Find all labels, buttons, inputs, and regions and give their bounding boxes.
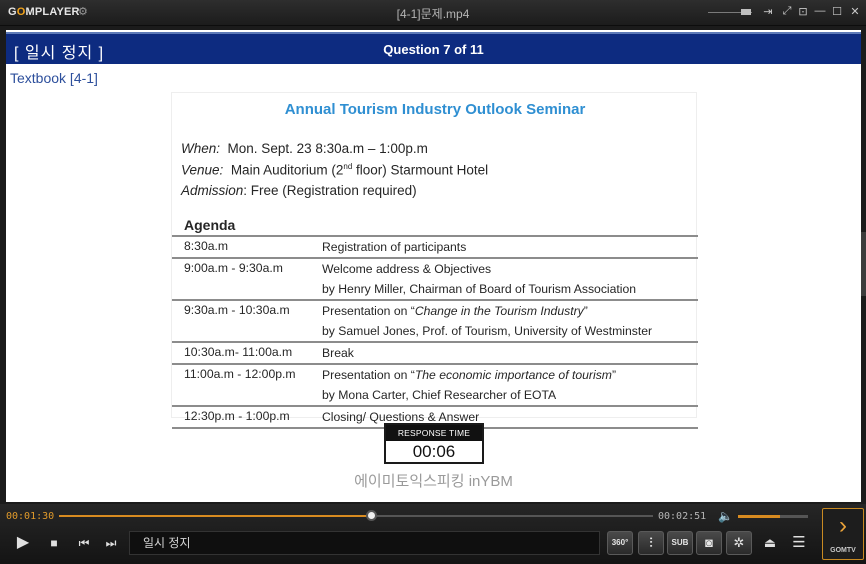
seek-bar[interactable] (59, 510, 653, 521)
agenda-desc: Welcome address & Objectives (322, 262, 492, 276)
brand-watermark: 에이미토익스피킹 inYBM (354, 473, 513, 490)
chevron-right-icon: › (839, 512, 847, 539)
vr360-button[interactable]: 360° (607, 531, 633, 555)
play-icon[interactable]: ▶ (12, 532, 34, 554)
agenda-time: 9:30a.m - 10:30a.m (184, 303, 290, 317)
agenda-row: 11:00a.m - 12:00p.m Presentation on “The… (172, 363, 698, 405)
response-time-label: RESPONSE TIME (386, 425, 482, 441)
volume-fill (738, 515, 780, 518)
venue-line: Venue: Main Auditorium (2nd floor) Starm… (181, 162, 489, 178)
subtitle-button[interactable]: SUB (667, 531, 693, 555)
volume-slider[interactable] (738, 515, 808, 518)
prev-icon[interactable]: ⏮ (74, 532, 94, 554)
seek-knob[interactable] (366, 510, 378, 521)
agenda-desc: Presentation on “Change in the Tourism I… (322, 304, 588, 318)
agenda-row: 10:30a.m- 11:00a.m Break (172, 341, 698, 363)
agenda-speaker: by Mona Carter, Chief Researcher of EOTA (322, 388, 557, 402)
eject-icon[interactable]: ⏏ (760, 532, 780, 554)
agenda-desc: Presentation on “The economic importance… (322, 368, 617, 382)
window-title: [4-1]문제.mp4 (396, 7, 470, 21)
seek-fill (59, 515, 372, 517)
textbook-label: Textbook [4-1] (10, 70, 98, 86)
agenda-speaker: by Henry Miller, Chairman of Board of To… (322, 282, 637, 296)
close-icon[interactable]: ✕ (847, 5, 863, 18)
volume-icon[interactable]: 🔈 (718, 509, 733, 523)
opacity-slider-knob[interactable] (741, 9, 751, 15)
compact-icon[interactable]: ⊡ (795, 5, 811, 18)
stop-icon[interactable]: ■ (45, 532, 63, 554)
side-panel-handle[interactable] (861, 232, 866, 296)
next-icon[interactable]: ⏭ (101, 532, 121, 554)
minimize-icon[interactable]: — (812, 5, 828, 17)
agenda-time: 10:30a.m- 11:00a.m (184, 345, 293, 359)
settings-icon[interactable]: ✲ (726, 531, 752, 555)
agenda-speaker: by Samuel Jones, Prof. of Tourism, Unive… (322, 324, 653, 338)
gomtv-label: GOMTV (830, 547, 856, 554)
agenda-row: 9:00a.m - 9:30a.m Welcome address & Obje… (172, 257, 698, 299)
gomtv-button[interactable]: › GOMTV (822, 508, 864, 560)
camera-icon[interactable]: ◙ (696, 531, 722, 555)
agenda-time: 12:30p.m - 1:00p.m (184, 409, 290, 423)
slide-title: Annual Tourism Industry Outlook Seminar (284, 101, 586, 118)
agenda-row: 8:30a.m Registration of participants (172, 235, 698, 257)
agenda-row: 9:30a.m - 10:30a.m Presentation on “Chan… (172, 299, 698, 341)
fullscreen-icon[interactable]: ⤢ (779, 5, 795, 18)
agenda-time: 8:30a.m (184, 239, 229, 253)
response-time-value: 00:06 (412, 442, 456, 461)
admission-line: Admission: Free (Registration required) (181, 183, 417, 198)
question-counter: Question 7 of 11 (383, 42, 484, 57)
video-area[interactable]: [ 일시 정지 ] Question 7 of 11 Textbook [4-1… (6, 30, 861, 502)
response-time-box: RESPONSE TIME 00:06 (384, 423, 484, 464)
agenda-heading: Agenda (184, 217, 236, 233)
equalizer-icon[interactable]: ⫶ (638, 531, 664, 555)
agenda-desc: Registration of participants (322, 240, 467, 254)
agenda-time: 11:00a.m - 12:00p.m (184, 367, 296, 381)
current-time: 00:01:30 (6, 511, 55, 522)
agenda-desc: Closing/ Questions & Answer (322, 410, 480, 424)
status-display: 일시 정지 (129, 531, 600, 555)
playlist-icon[interactable]: ☰ (789, 532, 809, 554)
question-bar: [ 일시 정지 ] Question 7 of 11 (6, 32, 861, 64)
title-bar: GOMPLAYER ⚙ [4-1]문제.mp4 ⇥ ⤢ ⊡ — ☐ ✕ (0, 0, 866, 26)
pin-icon[interactable]: ⇥ (760, 5, 776, 18)
total-time: 00:02:51 (658, 511, 707, 522)
agenda-time: 9:00a.m - 9:30a.m (184, 261, 283, 275)
maximize-icon[interactable]: ☐ (829, 5, 845, 18)
when-line: When: Mon. Sept. 23 8:30a.m – 1:00p.m (181, 141, 428, 156)
agenda-desc: Break (322, 346, 354, 360)
seminar-slide: Annual Tourism Industry Outlook Seminar … (171, 92, 698, 429)
control-bar: 00:01:30 00:02:51 🔈 ▶ ■ ⏮ ⏭ 일시 정지 360° ⫶… (0, 504, 866, 564)
agenda-table: 8:30a.m Registration of participants 9:0… (172, 235, 698, 429)
